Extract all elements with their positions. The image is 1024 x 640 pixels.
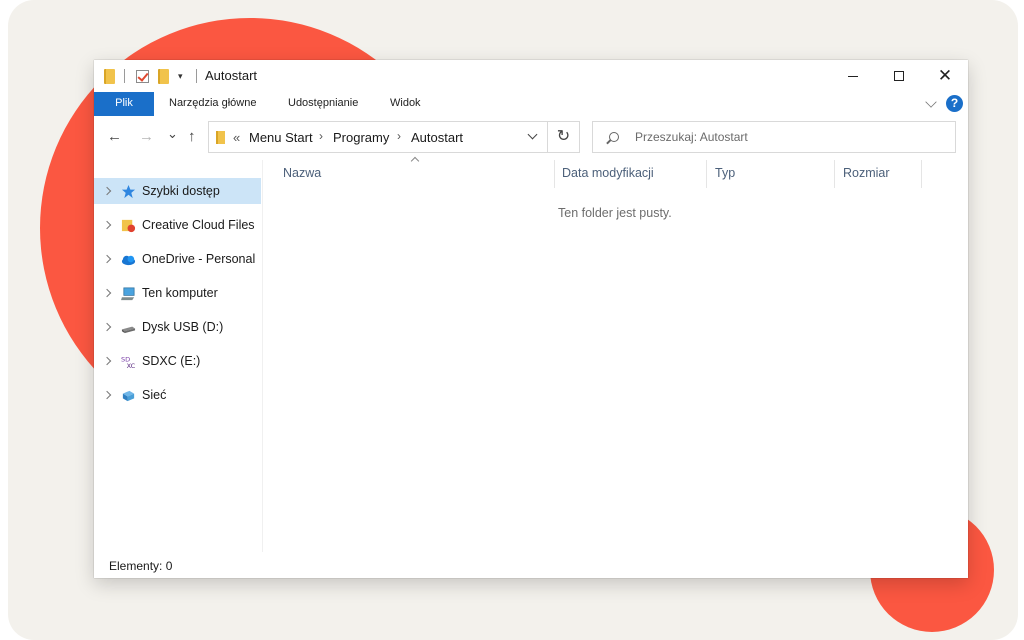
folder-icon [104, 68, 115, 84]
expand-chevron-icon[interactable] [102, 356, 112, 366]
column-divider[interactable] [706, 160, 707, 188]
column-divider[interactable] [921, 160, 922, 188]
minimize-icon [848, 75, 858, 77]
sidebar-item-label: Szybki dostęp [142, 184, 220, 198]
onedrive-cloud-icon [121, 255, 136, 265]
address-dropdown-icon[interactable] [527, 129, 538, 140]
search-box[interactable]: Przeszukaj: Autostart [592, 121, 956, 153]
forward-arrow-icon[interactable]: → [139, 128, 154, 145]
up-arrow-icon[interactable]: ↑ [188, 128, 196, 145]
usb-drive-icon [121, 326, 136, 333]
help-icon[interactable]: ? [946, 95, 963, 112]
sidebar-item-label: Sieć [142, 388, 167, 402]
creative-cloud-icon [121, 219, 136, 232]
new-folder-icon[interactable] [158, 68, 169, 84]
minimize-button[interactable] [830, 60, 876, 92]
navigation-bar: ← → ⌄ ↑ « Menu Start › Programy › Autost… [94, 116, 968, 160]
search-input[interactable]: Przeszukaj: Autostart [635, 130, 748, 144]
sidebar-item-sdxc[interactable]: SD XC SDXC (E:) [94, 348, 261, 374]
folder-icon [216, 131, 225, 144]
sidebar-item-label: Ten komputer [142, 286, 218, 300]
column-divider[interactable] [554, 160, 555, 188]
column-divider[interactable] [834, 160, 835, 188]
breadcrumb-programy[interactable]: Programy [333, 130, 389, 145]
tab-plik[interactable]: Plik [94, 92, 154, 116]
expand-chevron-icon[interactable] [102, 322, 112, 332]
address-bar[interactable]: « Menu Start › Programy › Autostart [208, 121, 548, 153]
ribbon-tabs: Plik Narzędzia główne Udostępnianie Wido… [94, 92, 968, 116]
tab-narzedzia-glowne[interactable]: Narzędzia główne [169, 92, 256, 116]
sidebar-item-network[interactable]: Sieć [94, 382, 261, 408]
breadcrumb-overflow[interactable]: « [233, 130, 240, 145]
title-separator [196, 68, 197, 84]
column-header-name[interactable]: Nazwa [283, 166, 321, 180]
expand-chevron-icon[interactable] [102, 390, 112, 400]
sidebar-item-usb-drive[interactable]: Dysk USB (D:) [94, 314, 261, 340]
breadcrumb-chevron-icon[interactable]: › [397, 129, 401, 143]
title-bar: ▾ Autostart ✕ [94, 60, 968, 92]
close-button[interactable]: ✕ [922, 60, 968, 92]
sd-card-icon: SDXC [121, 355, 136, 369]
star-icon [121, 184, 136, 198]
sidebar-item-quick-access[interactable]: Szybki dostęp [94, 178, 261, 204]
sidebar-item-label: OneDrive - Personal [142, 252, 256, 266]
sidebar-item-label: Creative Cloud Files [142, 218, 255, 232]
column-header-date-modified[interactable]: Data modyfikacji [562, 166, 654, 180]
breadcrumb-menu-start[interactable]: Menu Start [249, 130, 313, 145]
maximize-icon [894, 71, 904, 81]
breadcrumb-autostart[interactable]: Autostart [411, 130, 463, 145]
maximize-button[interactable] [876, 60, 922, 92]
sidebar-item-label: SDXC (E:) [142, 354, 201, 368]
expand-chevron-icon[interactable] [102, 186, 112, 196]
title-separator [124, 68, 125, 84]
status-bar-item-count: Elementy: 0 [109, 559, 173, 573]
breadcrumb-chevron-icon[interactable]: › [319, 129, 323, 143]
expand-ribbon-icon[interactable] [925, 96, 937, 108]
navigation-pane: Szybki dostęp Creative Cloud Files OneDr… [94, 172, 262, 552]
customize-toolbar-icon[interactable]: ▾ [178, 68, 183, 84]
file-explorer-window: ▾ Autostart ✕ Plik Narzędzia główne Udos… [94, 60, 968, 578]
refresh-button[interactable]: ↻ [548, 121, 580, 153]
close-icon: ✕ [937, 66, 953, 85]
column-header-size[interactable]: Rozmiar [843, 166, 890, 180]
back-arrow-icon[interactable]: ← [107, 128, 122, 145]
network-icon [122, 390, 135, 401]
sidebar-item-onedrive[interactable]: OneDrive - Personal [94, 246, 261, 272]
sidebar-item-creative-cloud[interactable]: Creative Cloud Files [94, 212, 261, 238]
sidebar-item-this-pc[interactable]: Ten komputer [94, 280, 261, 306]
computer-icon [121, 287, 135, 300]
expand-chevron-icon[interactable] [102, 220, 112, 230]
tab-udostepnianie[interactable]: Udostępnianie [288, 92, 358, 116]
svg-text:XC: XC [127, 362, 136, 369]
pane-divider[interactable] [262, 160, 263, 552]
column-header-type[interactable]: Typ [715, 166, 735, 180]
search-icon [609, 132, 619, 142]
expand-chevron-icon[interactable] [102, 254, 112, 264]
empty-folder-message: Ten folder jest pusty. [558, 206, 672, 220]
window-title: Autostart [205, 68, 258, 83]
tab-widok[interactable]: Widok [390, 92, 421, 116]
sidebar-item-label: Dysk USB (D:) [142, 320, 224, 334]
recent-locations-icon[interactable]: ⌄ [167, 126, 178, 142]
expand-chevron-icon[interactable] [102, 288, 112, 298]
properties-check-icon[interactable] [136, 68, 149, 84]
